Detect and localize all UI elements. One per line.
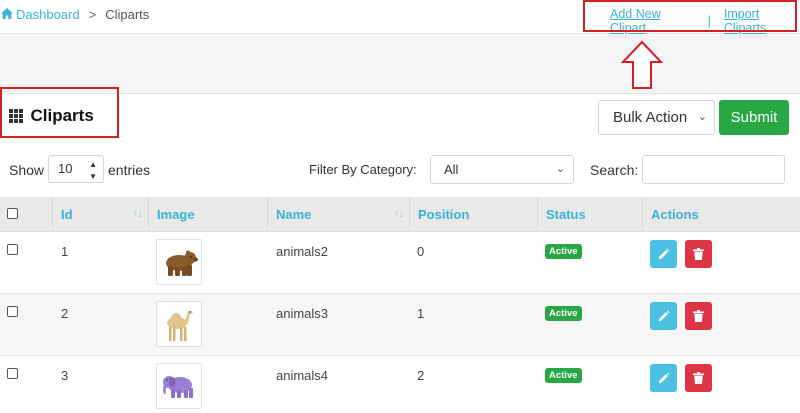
entries-length-select[interactable]: 10 ▲ ▼ xyxy=(48,155,104,183)
pencil-icon xyxy=(658,372,669,383)
column-header-image-label: Image xyxy=(157,207,195,222)
camel-clipart-icon xyxy=(156,301,202,347)
show-label: Show xyxy=(9,162,45,178)
trash-icon xyxy=(693,310,704,322)
column-header-id-label: Id xyxy=(61,207,73,222)
breadcrumb-current: Cliparts xyxy=(105,7,150,22)
column-header-status[interactable]: Status xyxy=(537,197,642,232)
edit-button[interactable] xyxy=(650,364,677,392)
column-header-position[interactable]: Position xyxy=(409,197,537,232)
chevron-down-icon: ⌄ xyxy=(697,111,707,123)
column-header-name[interactable]: Name ↑↓ xyxy=(267,197,409,232)
filter-category-label: Filter By Category: xyxy=(309,162,417,177)
status-badge: Active xyxy=(545,368,582,383)
search-label: Search: xyxy=(590,162,639,178)
home-icon[interactable] xyxy=(1,7,13,22)
status-badge: Active xyxy=(545,306,582,321)
chevron-down-icon: ⌄ xyxy=(555,163,565,175)
table-controls: Show 10 ▲ ▼ entries Filter By Category: A… xyxy=(0,154,800,184)
row-id: 3 xyxy=(61,368,69,383)
category-select[interactable]: All ⌄ xyxy=(430,155,574,184)
column-header-id[interactable]: Id ↑↓ xyxy=(52,197,148,232)
delete-button[interactable] xyxy=(685,240,712,268)
row-name: animals2 xyxy=(276,244,329,259)
updown-icon: ▲ ▼ xyxy=(89,160,97,181)
bulk-action-value: Bulk Action xyxy=(613,109,688,126)
row-checkbox[interactable] xyxy=(7,368,18,379)
row-name: animals4 xyxy=(276,368,329,383)
column-header-image: Image xyxy=(148,197,267,232)
delete-button[interactable] xyxy=(685,364,712,392)
entries-label: entries xyxy=(108,162,151,178)
row-name: animals3 xyxy=(276,306,329,321)
sort-icon: ↑↓ xyxy=(394,208,404,220)
table-row: 2 animals3 1 Active xyxy=(0,294,800,356)
trash-icon xyxy=(693,248,704,260)
row-id: 2 xyxy=(61,306,69,321)
column-header-position-label: Position xyxy=(418,207,470,222)
row-id: 1 xyxy=(61,244,69,259)
column-header-status-label: Status xyxy=(546,207,586,222)
table-header: Id ↑↓ Image Name ↑↓ Position Status Acti… xyxy=(0,197,800,232)
row-checkbox[interactable] xyxy=(7,244,18,255)
pencil-icon xyxy=(658,248,669,259)
entries-length-value: 10 xyxy=(58,161,73,176)
table-row: 1 animals2 0 Active xyxy=(0,232,800,294)
status-badge: Active xyxy=(545,244,582,259)
search-input[interactable] xyxy=(642,155,785,184)
pencil-icon xyxy=(658,310,669,321)
breadcrumb: Dashboard > Cliparts xyxy=(0,7,149,22)
row-position: 0 xyxy=(417,244,425,259)
row-position: 1 xyxy=(417,306,425,321)
breadcrumb-separator: > xyxy=(88,7,97,22)
row-checkbox[interactable] xyxy=(7,306,18,317)
delete-button[interactable] xyxy=(685,302,712,330)
bulk-action-select[interactable]: Bulk Action ⌄ xyxy=(598,100,715,135)
edit-button[interactable] xyxy=(650,302,677,330)
select-all-checkbox[interactable] xyxy=(7,208,18,219)
column-header-actions: Actions xyxy=(642,197,800,232)
up-arrow-annotation-icon xyxy=(620,40,664,89)
category-value: All xyxy=(444,162,459,177)
submit-button[interactable]: Submit xyxy=(719,100,789,135)
elephant-clipart-icon xyxy=(156,363,202,409)
bear-clipart-icon xyxy=(156,239,202,285)
edit-button[interactable] xyxy=(650,240,677,268)
cliparts-panel: Cliparts Bulk Action ⌄ Submit Show 10 ▲ ▼… xyxy=(0,93,800,413)
breadcrumb-dashboard-link[interactable]: Dashboard xyxy=(16,7,80,22)
sort-icon: ↑↓ xyxy=(133,208,143,220)
highlight-box-links xyxy=(583,0,797,32)
column-header-name-label: Name xyxy=(276,207,312,222)
row-position: 2 xyxy=(417,368,425,383)
table-row: 3 animals4 2 Active xyxy=(0,356,800,413)
highlight-box-title xyxy=(0,87,119,138)
column-header-actions-label: Actions xyxy=(651,207,699,222)
trash-icon xyxy=(693,372,704,384)
